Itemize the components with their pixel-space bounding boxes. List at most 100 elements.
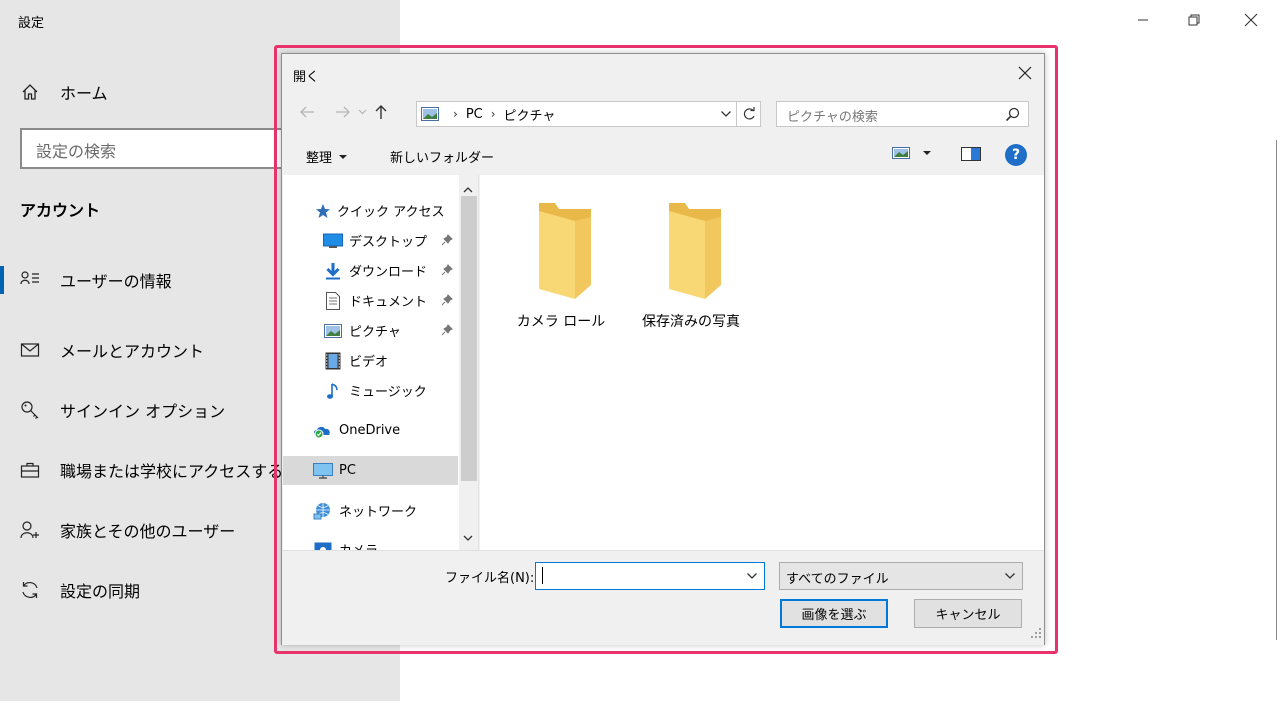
home-label: ホーム (60, 84, 108, 103)
view-icon (892, 147, 910, 159)
nav-documents[interactable]: ドキュメント (283, 286, 458, 315)
nav-label: ドキュメント (349, 295, 428, 310)
document-icon (323, 291, 343, 310)
nav-desktop[interactable]: デスクトップ (283, 226, 458, 255)
nav-label: カメラ (339, 540, 378, 550)
preview-pane-button[interactable] (961, 146, 981, 166)
nav-label: ビデオ (349, 355, 389, 370)
nav-pictures[interactable]: ピクチャ (283, 316, 458, 345)
pin-icon (441, 234, 453, 250)
nav-label: ミュージック (349, 385, 427, 400)
nav-onedrive[interactable]: OneDrive (283, 416, 458, 445)
chevron-down-icon (747, 573, 757, 579)
change-view-button[interactable] (892, 146, 934, 160)
scroll-thumb[interactable] (461, 196, 477, 481)
scroll-down-button[interactable] (463, 527, 473, 546)
up-button[interactable] (370, 101, 392, 123)
preview-pane-icon (961, 147, 981, 161)
cancel-button[interactable]: キャンセル (914, 599, 1022, 628)
settings-window-title: 設定 (18, 16, 45, 31)
restore-icon (1188, 14, 1200, 26)
filename-dropdown-button[interactable] (746, 569, 758, 587)
caret-down-icon (923, 151, 931, 155)
organize-button[interactable]: 整理 (306, 147, 350, 166)
desktop-icon (323, 232, 343, 250)
folder-icon (669, 203, 721, 299)
search-icon (1005, 107, 1020, 122)
nav-item-label: メールとアカウント (60, 342, 205, 361)
section-title: アカウント (20, 201, 101, 220)
search-placeholder: ピクチャの検索 (787, 110, 878, 125)
chevron-down-icon (463, 535, 473, 541)
nav-label: ダウンロード (349, 265, 428, 280)
address-dropdown-button[interactable] (720, 106, 732, 126)
folder-label: 保存済みの写真 (642, 314, 740, 330)
star-icon (315, 202, 331, 220)
minimize-button[interactable] (1128, 6, 1158, 34)
file-type-select[interactable]: すべてのファイル (779, 562, 1023, 590)
pin-icon (441, 294, 453, 310)
nav-quick-access[interactable]: クイック アクセス (283, 196, 458, 225)
briefcase-icon (20, 462, 40, 478)
settings-home-link[interactable]: ホーム (20, 80, 108, 104)
forward-button[interactable] (332, 101, 354, 123)
folder-label: カメラ ロール (516, 314, 606, 330)
download-icon (323, 262, 343, 280)
folder-saved-pictures[interactable]: 保存済みの写真 (636, 197, 746, 331)
breadcrumb-pictures[interactable]: ピクチャ (504, 105, 556, 124)
nav-camera[interactable]: カメラ (283, 535, 458, 550)
folder-camera-roll[interactable]: カメラ ロール (506, 197, 616, 331)
settings-scrollbar[interactable] (1276, 140, 1277, 640)
folder-icon (539, 203, 591, 299)
file-list: カメラ ロール 保存済みの写真 (480, 175, 1044, 550)
help-button[interactable]: ? (1005, 144, 1027, 166)
select-image-button[interactable]: 画像を選ぶ (780, 599, 888, 628)
nav-downloads[interactable]: ダウンロード (283, 256, 458, 285)
file-type-dropdown-button[interactable] (1004, 569, 1016, 587)
nav-music[interactable]: ミュージック (283, 376, 458, 405)
filename-label: ファイル名(N): (445, 571, 535, 586)
nav-label: デスクトップ (349, 235, 428, 250)
address-bar[interactable]: › PC › ピクチャ (416, 101, 761, 127)
nav-item-label: 職場または学校にアクセスする (60, 462, 284, 481)
home-icon (22, 84, 38, 100)
refresh-icon (743, 107, 755, 120)
open-file-dialog: 開く › PC › ピクチャ ピクチャの検索 整理 新しいフォルダー ? クイッ… (281, 53, 1045, 645)
breadcrumb-separator: › (453, 107, 458, 121)
filename-input[interactable] (535, 562, 765, 590)
resize-grip-icon[interactable] (1031, 623, 1041, 642)
video-icon (323, 352, 343, 370)
organize-label: 整理 (306, 151, 333, 166)
window-close-button[interactable] (1236, 6, 1266, 34)
dialog-footer: ファイル名(N): すべてのファイル 画像を選ぶ キャンセル (282, 550, 1044, 645)
breadcrumb-pc[interactable]: PC (466, 107, 483, 122)
nav-label: PC (339, 463, 356, 478)
pc-icon (313, 462, 333, 480)
nav-pane-scrollbar[interactable] (459, 175, 478, 550)
recent-locations-button[interactable] (356, 101, 368, 123)
chevron-down-icon (358, 109, 366, 115)
nav-item-label: 家族とその他のユーザー (60, 522, 236, 541)
nav-label: ネットワーク (339, 505, 418, 520)
restore-button[interactable] (1179, 6, 1209, 34)
onedrive-icon (313, 422, 333, 440)
nav-pc[interactable]: PC (283, 456, 458, 485)
pictures-icon (323, 322, 343, 340)
refresh-button[interactable] (736, 102, 760, 126)
nav-network[interactable]: ネットワーク (283, 496, 458, 525)
minimize-icon (1138, 19, 1148, 21)
dialog-close-button[interactable] (1014, 62, 1036, 84)
chevron-up-icon (463, 187, 473, 193)
text-caret (542, 567, 543, 584)
nav-videos[interactable]: ビデオ (283, 346, 458, 375)
file-type-value: すべてのファイル (786, 572, 889, 587)
pin-icon (441, 264, 453, 280)
camera-icon (313, 541, 333, 550)
breadcrumb-separator: › (490, 107, 496, 121)
arrow-up-icon (375, 105, 387, 119)
new-folder-button[interactable]: 新しいフォルダー (390, 147, 494, 166)
nav-label: OneDrive (339, 423, 401, 438)
back-button[interactable] (296, 101, 318, 123)
dialog-search-input[interactable]: ピクチャの検索 (776, 101, 1029, 127)
pin-icon (441, 324, 453, 340)
